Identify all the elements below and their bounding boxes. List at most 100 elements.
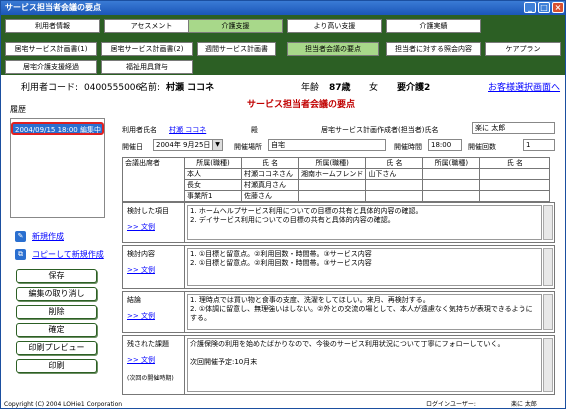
- user-name-label: 利用者氏名: [122, 126, 157, 134]
- attendee-cell[interactable]: [365, 190, 424, 202]
- login-label: ログインユーザー:: [426, 401, 476, 408]
- history-list[interactable]: 2004/09/15 18:00 編集中: [10, 118, 105, 218]
- attendee-cell[interactable]: [479, 190, 551, 202]
- save-button[interactable]: 保存: [16, 269, 97, 283]
- attendee-cell[interactable]: [422, 190, 481, 202]
- attendee-cell[interactable]: 事業所1: [184, 190, 242, 202]
- scrollbar[interactable]: [543, 294, 553, 330]
- nav-panel: 利用者情報 アセスメント 介護支援 より高い支援 介護実績 居宅サービス計画書(…: [1, 15, 565, 75]
- tab-assessment[interactable]: アセスメント: [104, 19, 199, 33]
- conclusion-textarea[interactable]: 1. 理時点では買い物と食事の支度、洗濯をしてほしい。来月、再検討する。 2. …: [187, 294, 542, 330]
- footer: Copyright (C) 2004 LOHie1 Corporation ログ…: [1, 399, 565, 408]
- attendee-header: 所属(職種): [184, 157, 242, 169]
- tab-care-support[interactable]: 介護支援: [188, 19, 283, 33]
- attendee-cell[interactable]: [365, 179, 424, 191]
- confirm-button[interactable]: 確定: [16, 323, 97, 337]
- example-link[interactable]: >> 文例: [127, 355, 180, 365]
- section-conclusion: 結論 >> 文例 1. 理時点では買い物と食事の支度、洗濯をしてほしい。来月、再検…: [122, 291, 555, 333]
- attendee-header: 氏 名: [365, 157, 424, 169]
- print-button[interactable]: 印刷: [16, 359, 97, 373]
- age-label: 年齢: [301, 83, 320, 93]
- section-subtitle: (次回の開催時期): [127, 375, 174, 382]
- tab-inquiry[interactable]: 担当者に対する照会内容: [386, 42, 481, 56]
- date-label: 開催日: [122, 143, 143, 151]
- attendee-cell[interactable]: 山下さん: [365, 168, 424, 180]
- customer-select-link[interactable]: お客様選択画面へ: [488, 79, 560, 97]
- attendee-cell[interactable]: 佐藤さん: [241, 190, 299, 202]
- attendee-header: 所属(職種): [422, 157, 481, 169]
- tab-weekly-plan[interactable]: 週間サービス計画書: [197, 42, 276, 56]
- print-preview-button[interactable]: 印刷プレビュー: [16, 341, 97, 355]
- copy-new-link[interactable]: ⧉ コピーして新規作成: [15, 249, 104, 260]
- attendee-cell[interactable]: 本人: [184, 168, 242, 180]
- patient-name-label: 名前:: [139, 83, 161, 93]
- patient-bar: 利用者コード: 0400555006 名前: 村瀬 ココネ 年齢 87歳 女 要…: [1, 79, 565, 97]
- tab-meeting-summary[interactable]: 担当者会議の要点: [287, 42, 379, 56]
- patient-name: 村瀬 ココネ: [166, 83, 215, 93]
- section-topics: 検討した項目 >> 文例 1. ホームヘルプサービス利用についての目標の共有と具体…: [122, 202, 555, 243]
- new-doc-icon: ✎: [15, 231, 26, 242]
- attendee-header: 氏 名: [241, 157, 299, 169]
- tab-care-record[interactable]: 介護実績: [386, 19, 481, 33]
- attendees-table: 会議出席者 所属(職種) 氏 名 所属(職種) 氏 名 所属(職種) 氏 名 本…: [122, 157, 551, 202]
- time-label: 開催時間: [394, 143, 422, 151]
- tab-higher-support[interactable]: より高い支援: [287, 19, 382, 33]
- delete-button[interactable]: 削除: [16, 305, 97, 319]
- section-discussion: 検討内容 >> 文例 1. ①目標と留意点。②利用回数・時間帯。③サービス内容 2…: [122, 245, 555, 289]
- tab-welfare-equipment[interactable]: 福祉用具貸与: [101, 60, 193, 74]
- planner-field[interactable]: 楽に 太郎: [472, 122, 555, 134]
- patient-code: 0400555006: [84, 83, 142, 93]
- attendee-cell[interactable]: [297, 190, 367, 202]
- section-remaining-issues: 残された課題 >> 文例 (次回の開催時期) 介護保険の利用を始めたばかりなので、今…: [122, 335, 555, 395]
- window-title: サービス担当者会議の要点: [5, 3, 101, 12]
- copy-new-link-label[interactable]: コピーして新規作成: [32, 249, 104, 260]
- age-value: 87歳: [329, 83, 351, 93]
- new-link[interactable]: ✎ 新規作成: [15, 231, 64, 242]
- app-window: サービス担当者会議の要点 _ □ × 利用者情報 アセスメント 介護支援 より高…: [0, 0, 566, 409]
- discussion-textarea[interactable]: 1. ①目標と留意点。②利用回数・時間帯。③サービス内容 2. ①目標と留意点。…: [187, 248, 542, 286]
- user-name-value[interactable]: 村瀬 ココネ: [169, 125, 206, 135]
- tab-care-plan[interactable]: ケアプラン: [485, 42, 561, 56]
- new-link-label[interactable]: 新規作成: [32, 231, 64, 242]
- attendee-cell[interactable]: 湘南ホームフレンド: [297, 168, 367, 180]
- minimize-icon[interactable]: _: [524, 2, 536, 13]
- example-link[interactable]: >> 文例: [127, 222, 180, 232]
- care-level: 要介護2: [397, 83, 431, 93]
- remaining-issues-textarea[interactable]: 介護保険の利用を始めたばかりなので、今後のサービス利用状況について丁寧にフォロー…: [187, 338, 542, 392]
- maximize-icon[interactable]: □: [538, 2, 550, 13]
- place-label: 開催場所: [234, 143, 262, 151]
- attendee-cell[interactable]: 長女: [184, 179, 242, 191]
- count-label: 開催回数: [468, 143, 496, 151]
- tab-user-info[interactable]: 利用者情報: [5, 19, 100, 33]
- scrollbar[interactable]: [543, 338, 553, 392]
- section-title: 検討内容: [127, 250, 155, 258]
- attendee-cell[interactable]: 村瀬ココネさん: [241, 168, 299, 180]
- attendee-cell[interactable]: [297, 179, 367, 191]
- attendee-cell[interactable]: [422, 168, 481, 180]
- tab-support-progress[interactable]: 居宅介護支援経過: [5, 60, 97, 74]
- tab-plan-2[interactable]: 居宅サービス計画書(2): [101, 42, 193, 56]
- scrollbar[interactable]: [543, 248, 553, 286]
- planner-label: 居宅サービス計画作成者(担当者)氏名: [321, 126, 439, 134]
- close-icon[interactable]: ×: [552, 2, 564, 13]
- attendee-cell[interactable]: 村瀬真月さん: [241, 179, 299, 191]
- cancel-edit-button[interactable]: 編集の取り消し: [16, 287, 97, 301]
- attendees-label: 会議出席者: [122, 157, 185, 202]
- login-user: 楽に 太郎: [511, 401, 537, 408]
- scrollbar[interactable]: [543, 205, 553, 240]
- history-label: 履歴: [10, 105, 26, 114]
- example-link[interactable]: >> 文例: [127, 265, 180, 275]
- time-field[interactable]: 18:00: [428, 139, 462, 151]
- place-field[interactable]: 自宅: [268, 139, 386, 151]
- attendee-cell[interactable]: [479, 168, 551, 180]
- topics-textarea[interactable]: 1. ホームヘルプサービス利用についての目標の共有と具体的内容の確認。 2. デ…: [187, 205, 542, 240]
- date-select[interactable]: 2004年 9月25日 ▼: [153, 139, 223, 151]
- count-field[interactable]: 1: [523, 139, 555, 151]
- attendee-cell[interactable]: [479, 179, 551, 191]
- example-link[interactable]: >> 文例: [127, 311, 180, 321]
- attendee-cell[interactable]: [422, 179, 481, 191]
- tab-plan-1[interactable]: 居宅サービス計画書(1): [5, 42, 97, 56]
- title-bar: サービス担当者会議の要点 _ □ ×: [1, 1, 565, 15]
- history-item[interactable]: 2004/09/15 18:00 編集中: [11, 122, 104, 135]
- copyright: Copyright (C) 2004 LOHie1 Corporation: [4, 401, 123, 408]
